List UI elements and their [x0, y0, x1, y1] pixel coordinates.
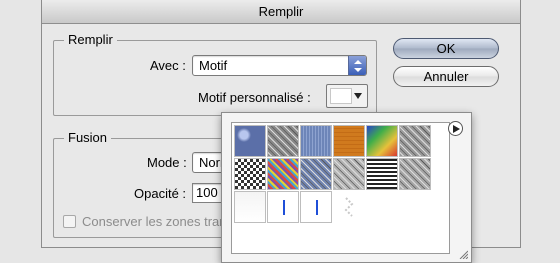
- pattern-tile-gray-noise[interactable]: [333, 158, 365, 190]
- pattern-tile-black-white-weave[interactable]: [366, 158, 398, 190]
- custom-pattern-picker[interactable]: [326, 84, 368, 108]
- dialog-title: Remplir: [42, 0, 520, 24]
- conserver-checkbox[interactable]: [63, 215, 76, 228]
- annuler-button[interactable]: Annuler: [393, 66, 499, 87]
- fusion-group-label: Fusion: [64, 130, 112, 145]
- pattern-tile-white-light[interactable]: [234, 191, 266, 223]
- pattern-tile-multicolor-noise[interactable]: [267, 158, 299, 190]
- opacite-label: Opacité :: [134, 186, 187, 201]
- chevron-pattern-icon: [344, 197, 354, 217]
- pattern-grid: [231, 122, 450, 254]
- pattern-picker-popup: [221, 112, 472, 263]
- pattern-tile-blue-noise[interactable]: [300, 158, 332, 190]
- pattern-tile-wrinkle[interactable]: [267, 125, 299, 157]
- panel-menu-button[interactable]: [448, 121, 463, 136]
- select-arrows-icon: [348, 56, 366, 75]
- pattern-tile-rainbow-tie-dye[interactable]: [366, 125, 398, 157]
- pattern-tile-blue-vertical[interactable]: [300, 125, 332, 157]
- ok-button-label: OK: [436, 41, 456, 56]
- avec-select-value: Motif: [199, 58, 228, 73]
- chevron-down-icon: [354, 93, 362, 99]
- remplir-group-label: Remplir: [64, 32, 117, 47]
- pattern-tile-black-white-checks[interactable]: [234, 158, 266, 190]
- avec-label: Avec :: [150, 58, 186, 73]
- opacite-value: 100: [196, 185, 218, 200]
- play-arrow-icon: [453, 125, 460, 133]
- pattern-line-mark: [283, 200, 285, 215]
- ok-button[interactable]: OK: [393, 38, 499, 59]
- pattern-tile-granite[interactable]: [399, 158, 431, 190]
- avec-select[interactable]: Motif: [192, 55, 367, 76]
- motif-personnalise-label: Motif personnalisé :: [198, 90, 311, 105]
- pattern-tile-blue-line-thin[interactable]: [267, 191, 299, 223]
- conserver-label: Conserver les zones transparentes: [82, 214, 222, 229]
- pattern-tile-bubbles[interactable]: [234, 125, 266, 157]
- selected-pattern-swatch: [330, 88, 352, 104]
- pattern-tile-dotted-chevron[interactable]: [333, 191, 365, 223]
- resize-grip-icon[interactable]: [458, 249, 468, 259]
- pattern-tile-gray-marble[interactable]: [399, 125, 431, 157]
- annuler-button-label: Annuler: [423, 69, 469, 84]
- pattern-tile-orange-woodgrain[interactable]: [333, 125, 365, 157]
- pattern-line-mark: [316, 200, 318, 215]
- pattern-tile-blue-line[interactable]: [300, 191, 332, 223]
- mode-label: Mode :: [147, 155, 187, 170]
